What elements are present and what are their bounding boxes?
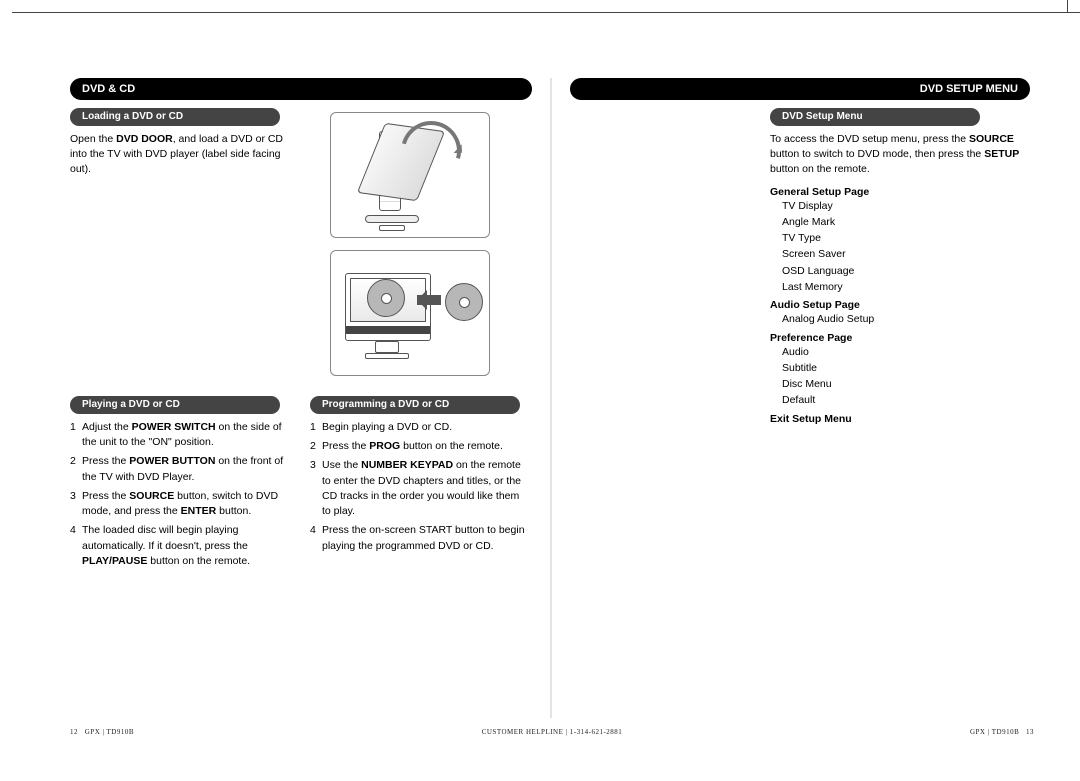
- disc-in-icon: [367, 279, 405, 317]
- list-item: 4Press the on-screen START button to beg…: [310, 523, 530, 553]
- page-spread: DVD & CD Loading a DVD or CD Open the DV…: [70, 78, 1034, 718]
- setup-item: Default: [782, 392, 1030, 408]
- step-text: Adjust the POWER SWITCH on the side of t…: [82, 420, 290, 450]
- playing-column: Playing a DVD or CD 1Adjust the POWER SW…: [70, 394, 290, 573]
- programming-steps: 1Begin playing a DVD or CD.2Press the PR…: [310, 420, 530, 554]
- step-text: Begin playing a DVD or CD.: [322, 420, 530, 435]
- txt: To access the DVD setup menu, press the: [770, 133, 969, 145]
- setup-item: Screen Saver: [782, 246, 1030, 262]
- pill-loading: Loading a DVD or CD: [70, 108, 280, 126]
- setup-item: TV Type: [782, 230, 1030, 246]
- section-header-bar-right: DVD SETUP MENU: [570, 78, 1030, 100]
- setup-item: Angle Mark: [782, 214, 1030, 230]
- pill-programming: Programming a DVD or CD: [310, 396, 520, 414]
- programming-column: Programming a DVD or CD 1Begin playing a…: [310, 394, 530, 573]
- step-number: 2: [310, 439, 322, 454]
- step-number: 1: [310, 420, 322, 435]
- txt: button on the remote.: [770, 163, 870, 175]
- setup-item: OSD Language: [782, 263, 1030, 279]
- setup-group-items: TV DisplayAngle MarkTV TypeScreen SaverO…: [782, 198, 1030, 296]
- step-number: 1: [70, 420, 82, 450]
- tv-stand-icon: [375, 341, 399, 353]
- setup-item: Analog Audio Setup: [782, 311, 1030, 327]
- section-title-left: DVD & CD: [76, 78, 526, 100]
- list-item: 2Press the POWER BUTTON on the front of …: [70, 454, 290, 484]
- bold: POWER BUTTON: [129, 455, 215, 467]
- footer-right: GPX | TD910B 13: [794, 728, 1034, 736]
- bold: SETUP: [984, 148, 1019, 160]
- setup-group-title: Audio Setup Page: [770, 299, 1030, 311]
- step-number: 4: [70, 523, 82, 569]
- bold: SOURCE: [129, 490, 174, 502]
- step-number: 2: [70, 454, 82, 484]
- loading-text: Open the DVD DOOR, and load a DVD or CD …: [70, 132, 290, 178]
- illustration-col: [310, 106, 510, 388]
- top-row: Loading a DVD or CD Open the DVD DOOR, a…: [70, 106, 532, 388]
- list-item: 3Press the SOURCE button, switch to DVD …: [70, 489, 290, 519]
- list-item: 3Use the NUMBER KEYPAD on the remote to …: [310, 458, 530, 519]
- setup-item: Disc Menu: [782, 376, 1030, 392]
- txt: Open the: [70, 133, 116, 145]
- step-text: The loaded disc will begin playing autom…: [82, 523, 290, 569]
- bold: DVD DOOR: [116, 133, 173, 145]
- setup-group-items: AudioSubtitleDisc MenuDefault: [782, 344, 1030, 409]
- list-item: 2Press the PROG button on the remote.: [310, 439, 530, 454]
- footer-center: CUSTOMER HELPLINE | 1-314-621-2881: [310, 728, 794, 736]
- setup-item: TV Display: [782, 198, 1030, 214]
- step-text: Use the NUMBER KEYPAD on the remote to e…: [322, 458, 530, 519]
- step-number: 4: [310, 523, 322, 553]
- top-crop-line: [12, 12, 1080, 13]
- bold: POWER SWITCH: [132, 421, 216, 433]
- left-page: DVD & CD Loading a DVD or CD Open the DV…: [70, 78, 550, 718]
- door-open-illustration: [330, 112, 490, 238]
- setup-intro: To access the DVD setup menu, press the …: [770, 132, 1030, 178]
- step-text: Press the on-screen START button to begi…: [322, 523, 530, 553]
- playing-steps: 1Adjust the POWER SWITCH on the side of …: [70, 420, 290, 569]
- setup-column: DVD Setup Menu To access the DVD setup m…: [770, 106, 1030, 425]
- bold: SOURCE: [969, 133, 1014, 145]
- setup-group-title: General Setup Page: [770, 186, 1030, 198]
- section-header-bar: DVD & CD: [70, 78, 532, 100]
- list-item: 1Adjust the POWER SWITCH on the side of …: [70, 420, 290, 450]
- bold: PROG: [369, 440, 400, 452]
- bold: PLAY/PAUSE: [82, 555, 147, 567]
- step-text: Press the PROG button on the remote.: [322, 439, 530, 454]
- page-num-right: 13: [1026, 728, 1034, 736]
- page-num-left: 12: [70, 728, 78, 736]
- list-item: 4The loaded disc will begin playing auto…: [70, 523, 290, 569]
- setup-item: Audio: [782, 344, 1030, 360]
- setup-groups: General Setup PageTV DisplayAngle MarkTV…: [770, 186, 1030, 425]
- bold: ENTER: [181, 505, 217, 517]
- setup-group-title: Preference Page: [770, 332, 1030, 344]
- load-disc-illustration: [330, 250, 490, 376]
- pill-playing: Playing a DVD or CD: [70, 396, 280, 414]
- step-text: Press the POWER BUTTON on the front of t…: [82, 454, 290, 484]
- txt: button to switch to DVD mode, then press…: [770, 148, 984, 160]
- disc-out-icon: [445, 283, 483, 321]
- footer-left-label: GPX | TD910B: [85, 728, 134, 736]
- setup-group-title: Exit Setup Menu: [770, 413, 1030, 425]
- tv-foot-icon: [365, 353, 409, 359]
- step-text: Press the SOURCE button, switch to DVD m…: [82, 489, 290, 519]
- footer-left: 12 GPX | TD910B: [70, 728, 310, 736]
- setup-item: Subtitle: [782, 360, 1030, 376]
- section-title-right: DVD SETUP MENU: [576, 78, 1024, 100]
- setup-item: Last Memory: [782, 279, 1030, 295]
- bold: NUMBER KEYPAD: [361, 459, 453, 471]
- setup-group-items: Analog Audio Setup: [782, 311, 1030, 327]
- step-number: 3: [70, 489, 82, 519]
- loading-column: Loading a DVD or CD Open the DVD DOOR, a…: [70, 106, 290, 388]
- top-crop-notch: [1067, 0, 1068, 12]
- step-number: 3: [310, 458, 322, 519]
- manual-spread: DVD & CD Loading a DVD or CD Open the DV…: [0, 0, 1080, 781]
- right-page: DVD SETUP MENU DVD Setup Menu To access …: [550, 78, 1030, 718]
- bottom-row: Playing a DVD or CD 1Adjust the POWER SW…: [70, 394, 532, 573]
- footer: 12 GPX | TD910B CUSTOMER HELPLINE | 1-31…: [70, 728, 1034, 736]
- list-item: 1Begin playing a DVD or CD.: [310, 420, 530, 435]
- footer-right-label: GPX | TD910B: [970, 728, 1019, 736]
- insert-arrow-icon: [417, 295, 441, 305]
- pill-setup: DVD Setup Menu: [770, 108, 980, 126]
